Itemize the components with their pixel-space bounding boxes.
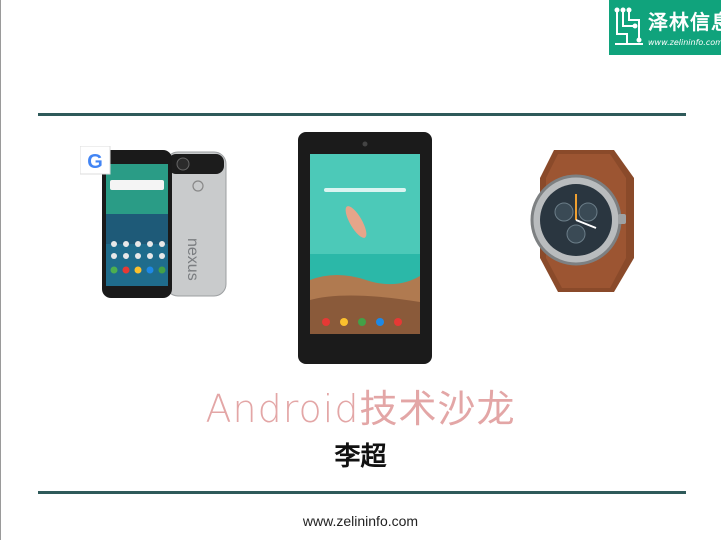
presenter-name: 李超	[334, 442, 387, 472]
bottom-divider	[38, 491, 686, 494]
nexus-tablet-image	[298, 132, 432, 364]
circuit-logo-icon	[614, 7, 643, 45]
google-g-icon: G	[87, 151, 103, 173]
slide-title: Android技术沙龙	[205, 387, 516, 431]
logo-company-name: 泽林信息	[648, 10, 721, 34]
nexus-brand-text: nexus	[184, 238, 201, 281]
footer-website: www.zelininfo.com	[302, 513, 419, 529]
moto-360-watch-image	[530, 150, 634, 292]
logo-url: www.zelininfo.com	[648, 38, 721, 47]
nexus-phones-image: nexus G	[80, 146, 227, 298]
top-divider	[38, 113, 686, 116]
company-logo: 泽林信息 www.zelininfo.com	[609, 0, 721, 55]
